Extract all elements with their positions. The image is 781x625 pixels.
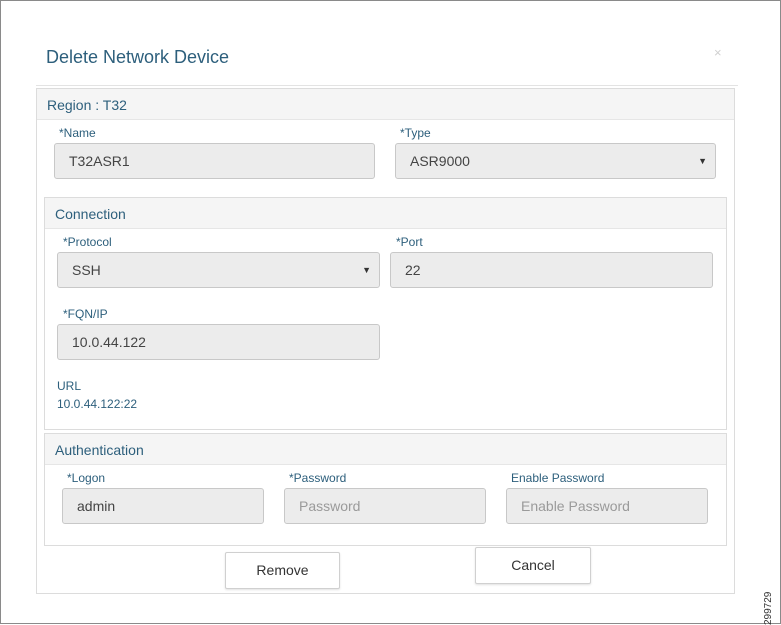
connection-panel: Connection *Protocol SSH ▼ *Port 22 *FQN… [44,197,727,430]
name-label: *Name [59,126,96,140]
region-panel-heading: Region : T32 [37,89,734,120]
connection-heading: Connection [55,206,126,222]
figure-id: 299729 [763,585,775,625]
figure-id-text: 299729 [763,591,774,625]
type-label: *Type [400,126,431,140]
fqn-field[interactable]: 10.0.44.122 [57,324,380,360]
authentication-panel: Authentication *Logon admin *Password Pa… [44,433,727,546]
url-value: 10.0.44.122:22 [57,397,138,411]
protocol-select-value: SSH [72,262,101,278]
remove-button[interactable]: Remove [225,552,340,589]
authentication-heading: Authentication [55,442,144,458]
enable-password-field[interactable]: Enable Password [506,488,708,524]
name-field[interactable]: T32ASR1 [54,143,375,179]
protocol-select[interactable]: SSH ▼ [57,252,380,288]
connection-panel-heading: Connection [45,198,726,229]
dialog-frame: Delete Network Device × Region : T32 *Na… [0,0,781,624]
protocol-label: *Protocol [63,235,112,249]
chevron-down-icon: ▼ [698,156,707,166]
close-icon[interactable]: × [714,45,722,60]
authentication-panel-heading: Authentication [45,434,726,465]
region-heading: Region : T32 [47,97,127,113]
url-label: URL [57,379,82,393]
cancel-button[interactable]: Cancel [475,547,591,584]
password-label: *Password [289,471,347,485]
fqn-label: *FQN/IP [63,307,108,321]
port-field[interactable]: 22 [390,252,713,288]
type-select[interactable]: ASR9000 ▼ [395,143,716,179]
title-divider [36,85,738,86]
port-label: *Port [396,235,423,249]
type-select-value: ASR9000 [410,153,470,169]
region-panel: Region : T32 *Name T32ASR1 *Type ASR9000… [36,88,735,594]
dialog-title: Delete Network Device [46,47,230,67]
enable-password-label: Enable Password [511,471,605,485]
chevron-down-icon: ▼ [362,265,371,275]
logon-label: *Logon [67,471,106,485]
logon-field[interactable]: admin [62,488,264,524]
password-field[interactable]: Password [284,488,486,524]
